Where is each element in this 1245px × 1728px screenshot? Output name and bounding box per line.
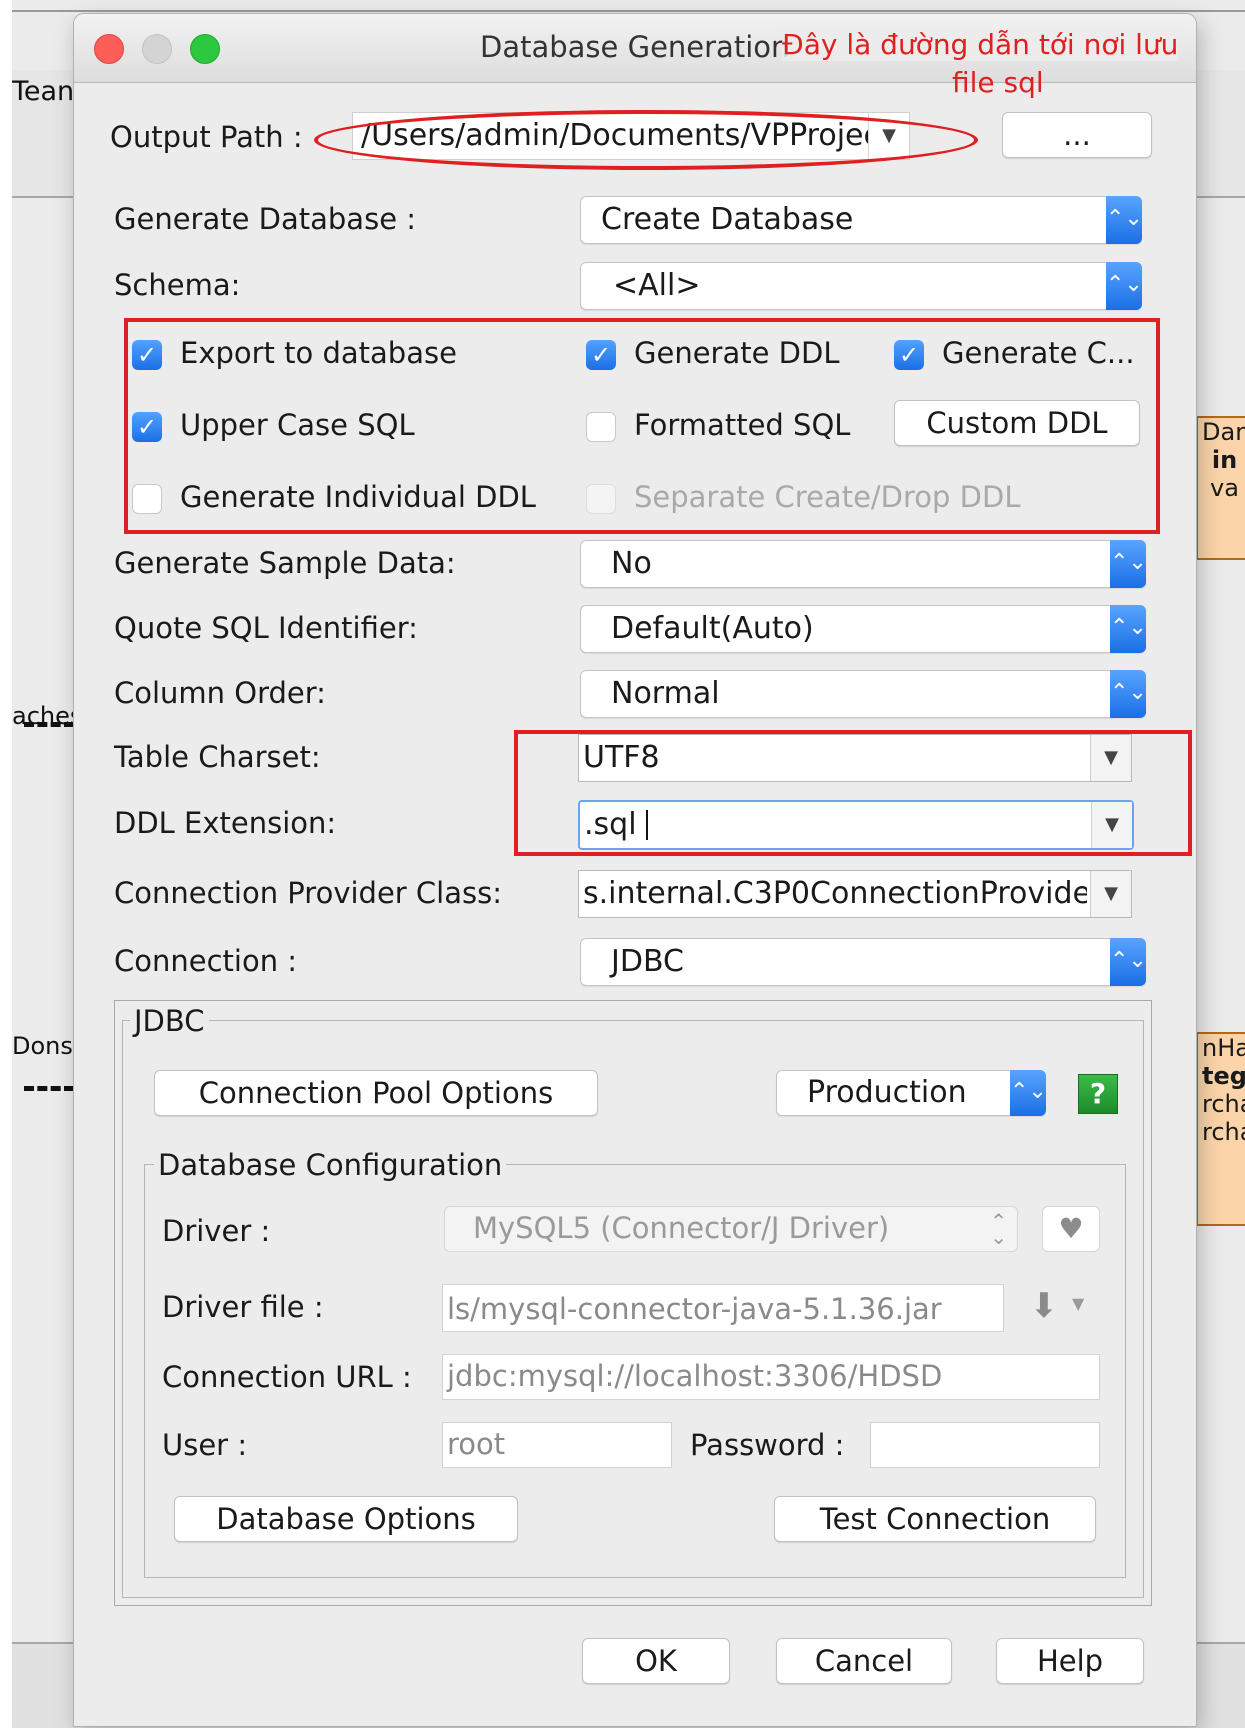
background-label: Tean — [12, 76, 74, 107]
test-connection-button[interactable]: Test Connection — [774, 1496, 1096, 1542]
uml-attribute: in — [1211, 446, 1238, 474]
generate-database-value: Create Database — [601, 202, 854, 237]
updown-arrows-icon: ⌃⌄ — [1106, 196, 1143, 244]
connection-select[interactable]: JDBC ⌃⌄ — [580, 938, 1147, 986]
minimize-window-button[interactable] — [142, 34, 172, 64]
generate-sample-data-select[interactable]: No ⌃⌄ — [580, 540, 1147, 588]
background-connector-line — [24, 722, 74, 727]
driver-file-value: ls/mysql-connector-java-5.1.36.jar — [447, 1292, 942, 1326]
connection-value: JDBC — [611, 944, 684, 979]
schema-value: <All> — [613, 268, 701, 303]
download-icon: ⬇ — [1029, 1286, 1059, 1326]
generate-database-label: Generate Database : — [114, 202, 417, 236]
user-label: User : — [162, 1428, 248, 1462]
zoom-window-button[interactable] — [190, 34, 220, 64]
environment-select[interactable]: Production ⌃⌄ — [776, 1070, 1047, 1116]
column-order-label: Column Order: — [114, 676, 326, 710]
jdbc-group-title: JDBC — [130, 1004, 209, 1038]
database-generation-dialog: Database Generation Output Path : /Users… — [74, 14, 1196, 1726]
table-charset-label: Table Charset: — [114, 740, 321, 774]
database-configuration-title: Database Configuration — [154, 1148, 507, 1182]
connection-url-label: Connection URL : — [162, 1360, 412, 1394]
chevron-down-icon: ▼ — [1072, 1294, 1085, 1313]
browse-output-path-button[interactable]: ... — [1002, 112, 1152, 158]
ok-button[interactable]: OK — [582, 1638, 730, 1684]
annotation-output-path-ellipse — [314, 110, 978, 170]
annotation-note-line1: Đây là đường dẫn tới nơi lưu — [782, 28, 1179, 61]
password-field — [870, 1422, 1100, 1468]
chevron-down-icon[interactable]: ▼ — [1090, 871, 1131, 917]
cancel-button[interactable]: Cancel — [776, 1638, 952, 1684]
quote-sql-identifier-select[interactable]: Default(Auto) ⌃⌄ — [580, 605, 1147, 653]
user-field: root — [442, 1422, 672, 1468]
schema-select[interactable]: <All> ⌃⌄ — [580, 262, 1143, 310]
connection-url-value: jdbc:mysql://localhost:3306/HDSD — [447, 1359, 943, 1393]
uml-attribute: rcha — [1202, 1118, 1245, 1146]
close-window-button[interactable] — [94, 34, 124, 64]
window-title: Database Generation — [480, 30, 790, 64]
driver-file-label: Driver file : — [162, 1290, 324, 1324]
user-value: root — [447, 1427, 506, 1461]
output-path-label: Output Path : — [110, 120, 303, 154]
annotation-options-box — [124, 318, 1160, 534]
uml-class-name: nHar — [1202, 1034, 1245, 1062]
driver-value: MySQL5 (Connector/J Driver) — [473, 1211, 890, 1245]
database-options-button[interactable]: Database Options — [174, 1496, 518, 1542]
column-order-select[interactable]: Normal ⌃⌄ — [580, 670, 1147, 718]
updown-arrows-icon: ⌃⌄ — [990, 1209, 1007, 1249]
connection-pool-options-button[interactable]: Connection Pool Options — [154, 1070, 598, 1116]
updown-arrows-icon: ⌃⌄ — [1106, 262, 1143, 310]
connection-provider-class-label: Connection Provider Class: — [114, 876, 502, 910]
updown-arrows-icon: ⌃⌄ — [1010, 1070, 1047, 1116]
generate-database-select[interactable]: Create Database ⌃⌄ — [580, 196, 1143, 244]
background-divider — [12, 10, 1245, 12]
uml-attribute: tege — [1202, 1062, 1245, 1090]
background-label: Dons — [12, 1032, 73, 1060]
help-button[interactable]: Help — [996, 1638, 1144, 1684]
environment-value: Production — [807, 1075, 967, 1110]
uml-class-name: Dan — [1202, 418, 1245, 446]
column-order-value: Normal — [611, 676, 720, 711]
background-uml-class: Dan in va — [1196, 416, 1245, 560]
updown-arrows-icon: ⌃⌄ — [1110, 670, 1147, 718]
driver-label: Driver : — [162, 1214, 271, 1248]
updown-arrows-icon: ⌃⌄ — [1110, 540, 1147, 588]
quote-sql-identifier-label: Quote SQL Identifier: — [114, 611, 418, 645]
annotation-note-line2: file sql — [952, 66, 1044, 99]
heart-icon: ♥ — [1042, 1206, 1100, 1252]
help-icon[interactable]: ? — [1078, 1074, 1118, 1114]
schema-label: Schema: — [114, 268, 241, 302]
background-connector-line — [24, 1086, 74, 1091]
connection-label: Connection : — [114, 944, 298, 978]
uml-attribute: va — [1210, 474, 1239, 502]
connection-url-field: jdbc:mysql://localhost:3306/HDSD — [442, 1354, 1100, 1400]
driver-file-field: ls/mysql-connector-java-5.1.36.jar — [442, 1284, 1004, 1332]
quote-sql-identifier-value: Default(Auto) — [611, 611, 814, 646]
driver-select: MySQL5 (Connector/J Driver) ⌃ ⌄ — [444, 1206, 1018, 1252]
updown-arrows-icon: ⌃⌄ — [1110, 938, 1147, 986]
annotation-charset-extension-box — [514, 730, 1192, 856]
updown-arrows-icon: ⌃⌄ — [1110, 605, 1147, 653]
ddl-extension-label: DDL Extension: — [114, 806, 337, 840]
generate-sample-data-label: Generate Sample Data: — [114, 546, 456, 580]
background-uml-class: nHar tege rcha rcha — [1196, 1032, 1245, 1226]
generate-sample-data-value: No — [611, 546, 652, 581]
connection-provider-class-value: s.internal.C3P0ConnectionProvider — [583, 876, 1087, 911]
uml-attribute: rcha — [1202, 1090, 1245, 1118]
connection-provider-class-combo[interactable]: s.internal.C3P0ConnectionProvider ▼ — [578, 870, 1132, 918]
password-label: Password : — [690, 1428, 845, 1462]
